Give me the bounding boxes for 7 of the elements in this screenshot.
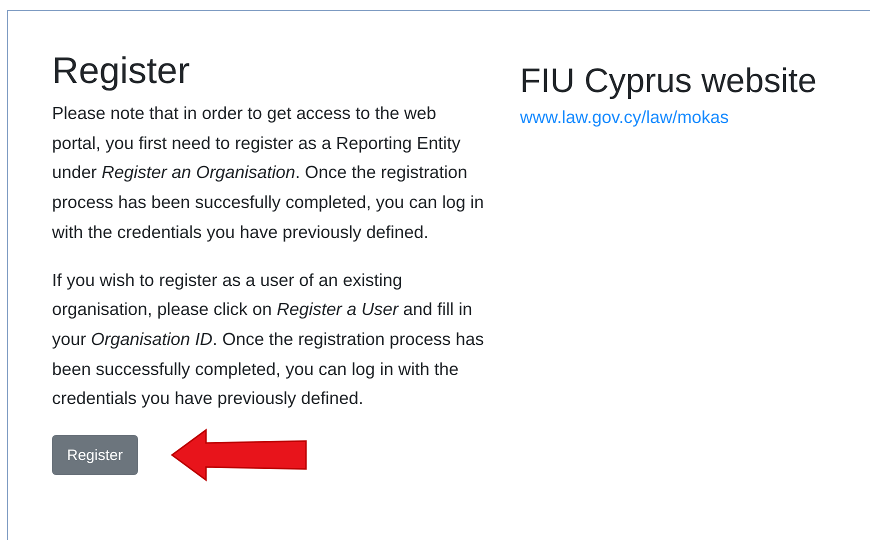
section-title: FIU Cyprus website: [520, 61, 817, 101]
paragraph: Please note that in order to get access to the web portal, you first need to register as a Reporting Entity under Register an Organisation. Once the registration process has been succesfully completed, you can log in with the credentials you have previously defined.: [52, 102, 484, 244]
register-button[interactable]: Register: [52, 435, 138, 476]
paragraph: If you wish to register as a user of an existing organisation, please click on Register a User and fill in your Organisation ID. Once the registration process has been successfully completed, you can log in with the credentials you have previously defined.: [52, 268, 484, 410]
page-title: Register: [52, 49, 191, 93]
website-link[interactable]: www.law.gov.cy/law/mokas: [520, 107, 729, 127]
arrow-icon: [170, 428, 308, 482]
